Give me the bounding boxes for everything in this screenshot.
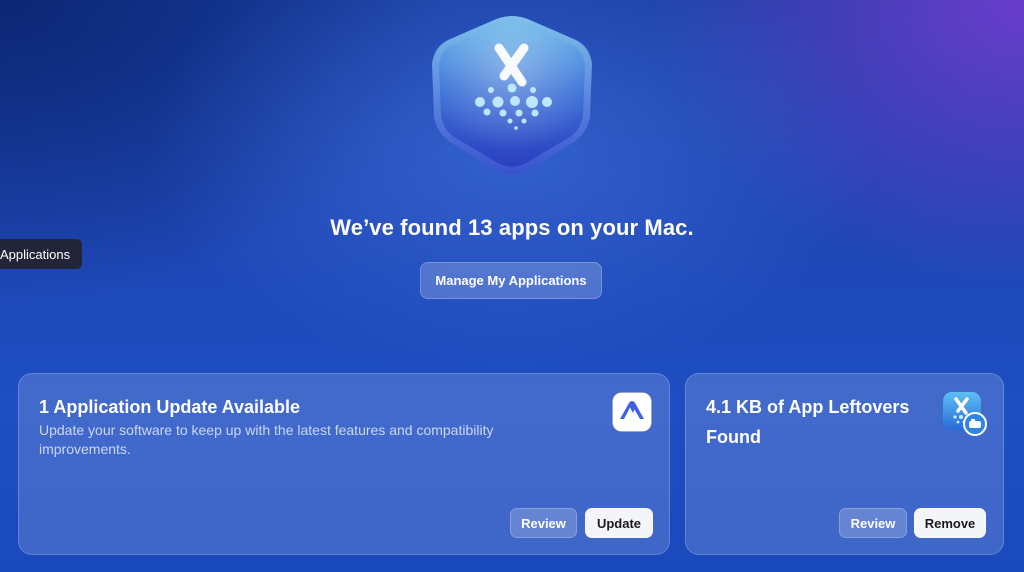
app-leftovers-icon bbox=[942, 390, 988, 436]
app-cleaner-hexagon-icon bbox=[424, 12, 600, 178]
leftovers-review-button[interactable]: Review bbox=[839, 508, 907, 538]
updates-card-title: 1 Application Update Available bbox=[39, 397, 301, 417]
updates-card-description: Update your software to keep up with the… bbox=[39, 422, 494, 457]
nordvpn-app-icon bbox=[612, 392, 652, 432]
manage-applications-button[interactable]: Manage My Applications bbox=[420, 262, 602, 299]
leftovers-card-title: 4.1 KB of App Leftovers Found bbox=[706, 397, 910, 447]
page-title: We’ve found 13 apps on your Mac. bbox=[330, 215, 694, 240]
updates-card: 1 Application Update Available Update yo… bbox=[18, 373, 670, 555]
applications-tooltip: Applications bbox=[0, 239, 83, 269]
remove-button[interactable]: Remove bbox=[914, 508, 986, 538]
update-button[interactable]: Update bbox=[585, 508, 653, 538]
updates-review-button[interactable]: Review bbox=[510, 508, 577, 538]
leftovers-card: 4.1 KB of App Leftovers Found Review Rem… bbox=[685, 373, 1004, 555]
